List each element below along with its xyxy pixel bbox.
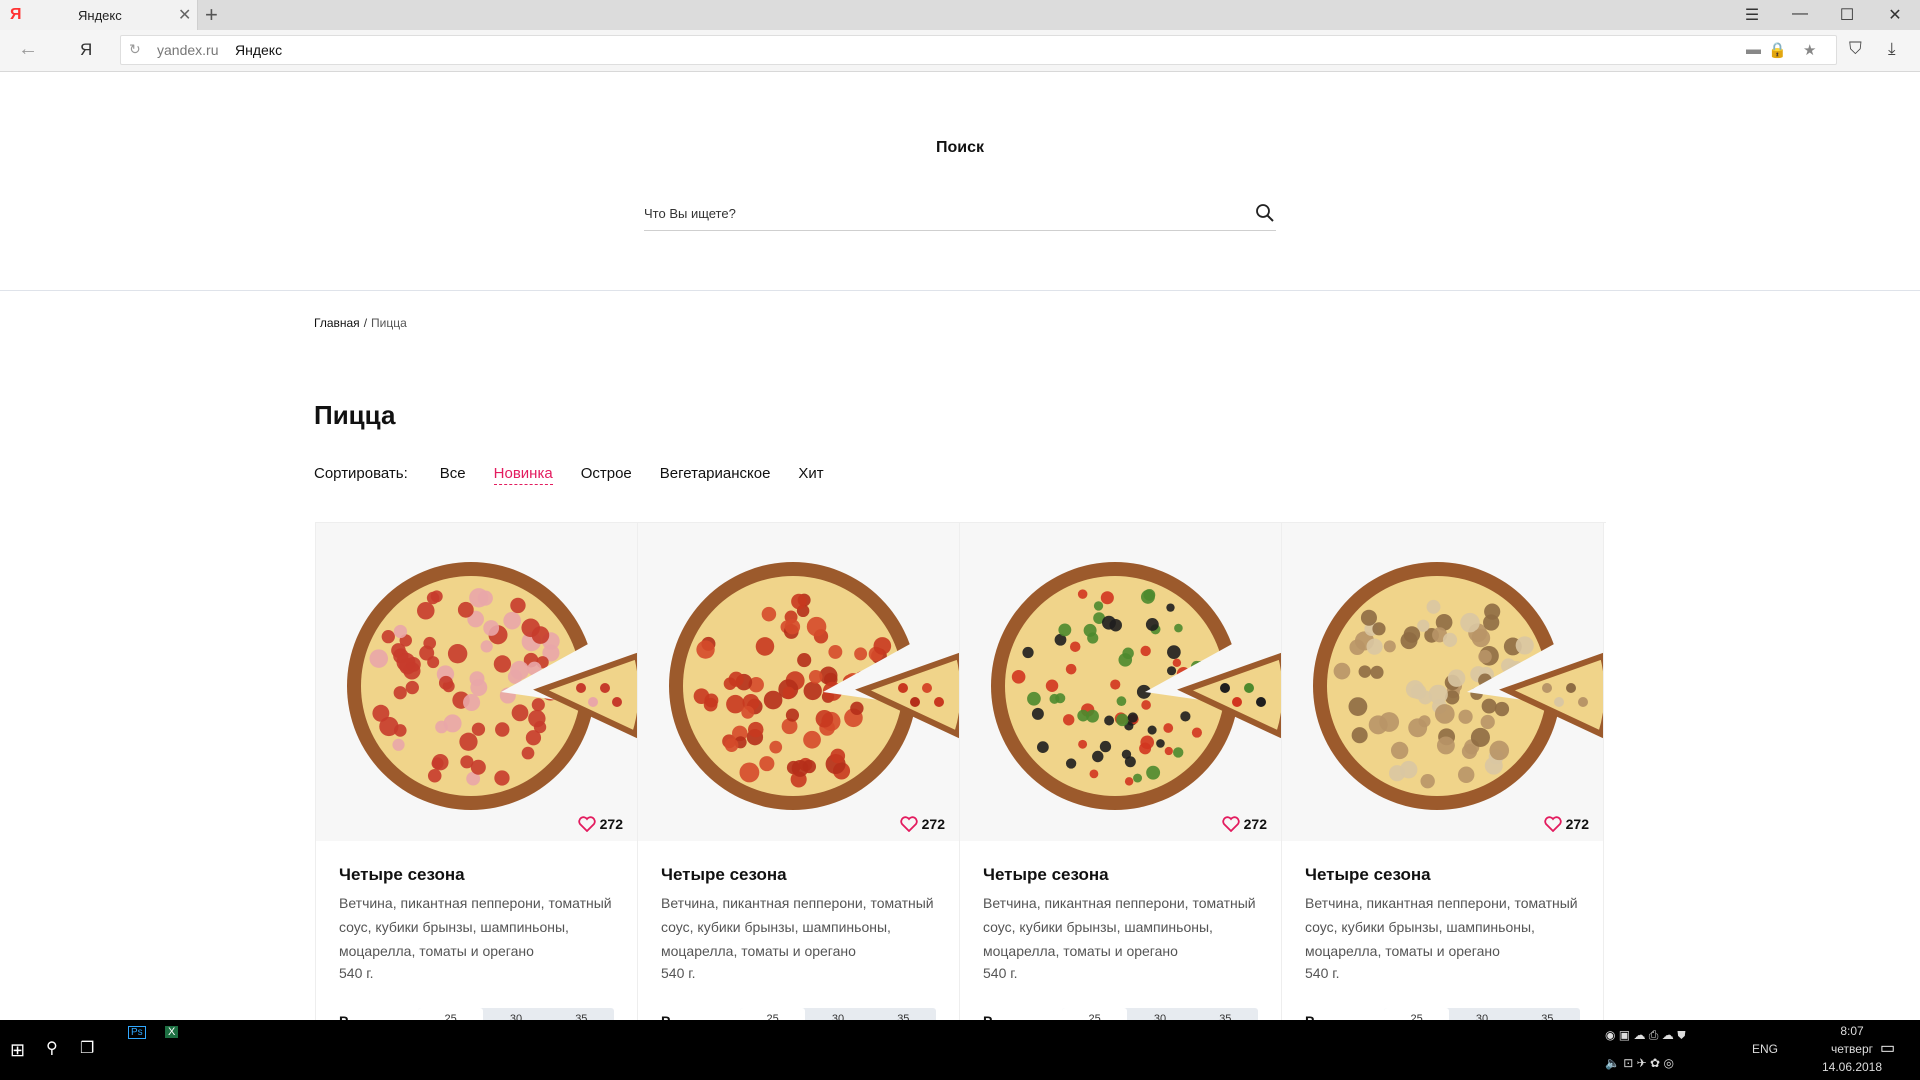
task-view-icon[interactable]: ❐	[80, 1038, 94, 1058]
url-field[interactable]: ↻ yandex.ru Яндекс ▬ 🔒 ★	[120, 35, 1837, 65]
like-button[interactable]: 272	[899, 816, 945, 832]
address-bar: ← Я ↻ yandex.ru Яндекс ▬ 🔒 ★ ⛉ ⤓	[0, 30, 1920, 72]
tray-app-icons[interactable]: ◉ ▣ ☁ ⎙ ☁ ⛊	[1605, 1028, 1686, 1043]
breadcrumb-current: Пицца	[371, 316, 407, 330]
page-title: Пицца	[314, 400, 396, 430]
close-window-button[interactable]: ✕	[1875, 5, 1915, 25]
tab-title: Яндекс	[78, 8, 122, 23]
pizza-image	[347, 562, 645, 810]
product-name[interactable]: Четыре сезона	[661, 865, 787, 885]
url-domain: yandex.ru	[157, 42, 219, 58]
sort-hit[interactable]: Хит	[798, 465, 823, 485]
like-button[interactable]: 272	[1543, 816, 1589, 832]
search-title: Поиск	[935, 139, 984, 156]
notifications-icon[interactable]: ▭	[1880, 1038, 1895, 1058]
pizza-image	[669, 562, 967, 810]
search-icon[interactable]	[1254, 202, 1276, 224]
new-tab-button[interactable]: +	[205, 2, 218, 28]
product-image[interactable]	[316, 523, 645, 841]
product-card[interactable]: 272 Четыре сезона Ветчина, пикантная пеп…	[1282, 523, 1606, 1021]
product-name[interactable]: Четыре сезона	[339, 865, 465, 885]
product-description: Ветчина, пикантная пепперони, томатный с…	[1305, 895, 1578, 959]
comment-icon[interactable]: ▬	[1746, 41, 1761, 58]
like-button[interactable]: 272	[1221, 816, 1267, 832]
breadcrumb: Главная / Пицца	[314, 316, 407, 330]
yandex-logo-icon: Я	[10, 6, 22, 23]
product-card[interactable]: 272 Четыре сезона Ветчина, пикантная пеп…	[638, 523, 967, 1021]
tray-system-icons[interactable]: 🔈 ⊡ ✈ ✿ ◎	[1605, 1056, 1674, 1070]
clock-date[interactable]: 14.06.2018	[1812, 1060, 1892, 1074]
product-image[interactable]	[960, 523, 1289, 841]
product-image[interactable]	[1282, 523, 1606, 841]
pizza-image	[1313, 562, 1606, 810]
product-weight: 540 г.	[339, 965, 374, 981]
heart-icon	[1543, 816, 1562, 832]
minimize-button[interactable]: —	[1780, 5, 1820, 23]
product-weight: 540 г.	[661, 965, 696, 981]
like-count: 272	[599, 816, 623, 832]
reload-icon[interactable]: ↻	[129, 41, 141, 58]
maximize-button[interactable]: ☐	[1827, 5, 1867, 25]
product-name[interactable]: Четыре сезона	[983, 865, 1109, 885]
product-description: Ветчина, пикантная пепперони, томатный с…	[339, 895, 612, 959]
url-page-title: Яндекс	[235, 42, 283, 58]
protect-shield-icon[interactable]: ⛉	[1849, 39, 1862, 59]
sort-spicy[interactable]: Острое	[581, 465, 632, 485]
heart-icon	[1221, 816, 1240, 832]
sort-label: Сортировать:	[314, 465, 408, 482]
language-indicator[interactable]: ENG	[1752, 1042, 1778, 1056]
product-description: Ветчина, пикантная пепперони, томатный с…	[983, 895, 1256, 959]
product-description: Ветчина, пикантная пепперони, томатный с…	[661, 895, 934, 959]
product-card[interactable]: 272 Четыре сезона Ветчина, пикантная пеп…	[960, 523, 1289, 1021]
search-box	[644, 200, 1276, 231]
download-icon[interactable]: ⤓	[1888, 39, 1896, 59]
sort-new[interactable]: Новинка	[493, 465, 553, 485]
breadcrumb-home-link[interactable]: Главная	[314, 316, 360, 330]
like-count: 272	[1565, 816, 1589, 832]
yandex-home-button[interactable]: Я	[80, 40, 92, 60]
like-count: 272	[921, 816, 945, 832]
product-card[interactable]: 272 Четыре сезона Ветчина, пикантная пеп…	[316, 523, 645, 1021]
heart-icon	[899, 816, 918, 832]
sort-filter: Сортировать: Все Новинка Острое Вегетари…	[314, 465, 852, 485]
search-input[interactable]	[644, 206, 1224, 221]
close-tab-icon[interactable]: ✕	[178, 5, 191, 25]
browser-tab-strip: Я Яндекс ✕ + ☰ — ☐ ✕	[0, 0, 1920, 30]
product-grid: 272 Четыре сезона Ветчина, пикантная пеп…	[315, 522, 1606, 1021]
photoshop-icon[interactable]: Ps	[128, 1026, 146, 1039]
clock-time[interactable]: 8:07	[1812, 1024, 1892, 1038]
back-arrow-icon[interactable]: ←	[18, 38, 38, 61]
sort-all[interactable]: Все	[440, 465, 466, 485]
lock-icon[interactable]: 🔒	[1768, 41, 1787, 59]
like-count: 272	[1243, 816, 1267, 832]
menu-icon[interactable]: ☰	[1732, 5, 1772, 25]
excel-icon[interactable]: X	[165, 1026, 179, 1038]
bookmark-star-icon[interactable]: ★	[1803, 41, 1816, 59]
product-image[interactable]	[638, 523, 967, 841]
sort-vegetarian[interactable]: Вегетарианское	[660, 465, 771, 485]
windows-taskbar: ⊞ ⚲ ❐ Ps X ◉ ▣ ☁ ⎙ ☁ ⛊ 🔈 ⊡ ✈ ✿ ◎ ENG 8:0…	[0, 1020, 1920, 1080]
like-button[interactable]: 272	[577, 816, 623, 832]
product-name[interactable]: Четыре сезона	[1305, 865, 1431, 885]
heart-icon	[577, 816, 596, 832]
browser-tab[interactable]: Я Яндекс ✕	[0, 0, 198, 30]
search-taskbar-icon[interactable]: ⚲	[46, 1038, 58, 1058]
pizza-image	[991, 562, 1289, 810]
site-header: Поиск	[0, 72, 1920, 291]
product-weight: 540 г.	[983, 965, 1018, 981]
windows-start-icon[interactable]: ⊞	[10, 1040, 25, 1061]
breadcrumb-separator: /	[363, 316, 368, 330]
product-weight: 540 г.	[1305, 965, 1340, 981]
